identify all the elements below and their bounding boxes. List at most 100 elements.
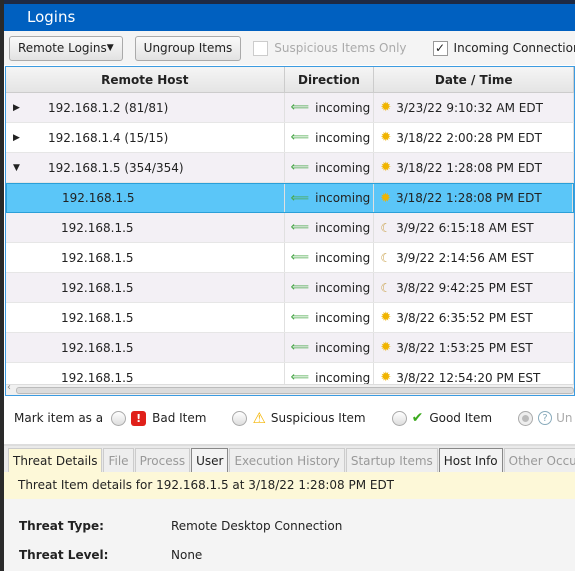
detail-tabs: Threat Details File Process User Execution H… [4,444,575,472]
datetime-text: 3/9/22 6:15:18 AM EST [396,220,534,235]
host-text: 192.168.1.5 (354/354) [48,160,184,175]
table-row[interactable]: ▶ 192.168.1.4 (15/15) ⟸ incoming ✹ 3/18/22 … [6,123,574,153]
table-row[interactable]: 192.168.1.5 ⟸ incoming ✹ 3/8/22 1:53:25 PM… [6,333,574,363]
datetime-text: 3/23/22 9:10:32 AM EDT [396,100,543,115]
check-icon: ✓ [432,40,448,56]
tab-user[interactable]: User [191,448,229,472]
tab-startup-items[interactable]: Startup Items [345,448,438,472]
tab-host-info[interactable]: Host Info [438,448,503,472]
table-row[interactable]: ▶ 192.168.1.2 (81/81) ⟸ incoming ✹ 3/23/22 … [6,93,574,123]
datetime-cell: ✹ 3/23/22 9:10:32 AM EDT [374,93,574,122]
host-text: 192.168.1.5 [61,250,134,265]
host-cell: 192.168.1.5 [6,273,285,302]
unknown-label: Un [556,411,573,425]
datetime-text: 3/18/22 1:28:08 PM EDT [395,191,542,205]
direction-text: incoming [315,370,371,385]
datetime-text: 3/18/22 2:00:28 PM EDT [396,130,542,145]
host-text: 192.168.1.5 [61,310,134,325]
bad-label: Bad Item [152,411,207,425]
host-cell: ▶ 192.168.1.2 (81/81) [6,93,285,122]
sun-icon: ✹ [380,190,391,206]
direction-text: incoming [315,160,371,175]
column-direction[interactable]: Direction [285,67,375,92]
incoming-arrow-icon: ⟸ [290,310,310,325]
datetime-cell: ✹ 3/18/22 1:28:08 PM EDT [374,184,573,212]
suspicious-only-checkbox[interactable]: Suspicious Items Only [253,40,407,56]
direction-cell: ⟸ incoming [285,303,375,332]
direction-text: incoming [315,220,371,235]
scrollbar-thumb[interactable] [16,387,574,394]
host-text: 192.168.1.5 [61,340,134,355]
table-row[interactable]: 192.168.1.5 ⟸ incoming ☾ 3/9/22 6:15:18 AM… [6,213,574,243]
datetime-cell: ☾ 3/8/22 9:42:25 PM EST [374,273,574,302]
incoming-connections-label: Incoming Connections [453,41,575,55]
datetime-text: 3/8/22 1:53:25 PM EST [396,340,533,355]
datetime-cell: ✹ 3/18/22 2:00:28 PM EDT [374,123,574,152]
column-date-time[interactable]: Date / Time [374,67,574,92]
table-row[interactable]: 192.168.1.5 ⟸ incoming ☾ 3/9/22 2:14:56 AM… [6,243,574,273]
expand-right-icon[interactable]: ▶ [6,103,32,113]
radio [232,410,248,426]
incoming-arrow-icon: ⟸ [290,190,310,206]
mark-unknown-radio[interactable]: ? Un [518,410,573,426]
expand-down-icon[interactable]: ▼ [6,163,32,173]
host-text: 192.168.1.5 [61,370,134,385]
suspicious-only-label: Suspicious Items Only [274,41,407,55]
radio [518,410,534,426]
host-cell: ▼ 192.168.1.5 (354/354) [6,153,285,182]
window-title: Logins [4,4,575,31]
toolbar: Remote Logins ▼ Ungroup Items Suspicious … [4,31,575,65]
incoming-arrow-icon: ⟸ [290,280,310,295]
host-cell: 192.168.1.5 [6,213,285,242]
tab-threat-details[interactable]: Threat Details [8,448,103,472]
mark-good-radio[interactable]: ✔ Good Item [391,410,492,426]
bad-icon: ! [131,410,147,426]
detail-label: Threat Type: [19,519,104,533]
direction-cell: ⟸ incoming [285,123,375,152]
threat-details: Threat Type: Remote Desktop Connection Th… [4,499,575,571]
incoming-connections-checkbox[interactable]: ✓ Incoming Connections [432,40,575,56]
column-remote-host[interactable]: Remote Host [6,67,285,92]
incoming-arrow-icon: ⟸ [290,220,310,235]
datetime-text: 3/18/22 1:28:08 PM EDT [396,160,542,175]
direction-cell: ⟸ incoming [285,243,375,272]
threat-info-banner: Threat Item details for 192.168.1.5 at 3… [4,472,575,499]
table-row[interactable]: 192.168.1.5 ⟸ incoming ☾ 3/8/22 9:42:25 PM… [6,273,574,303]
view-select[interactable]: Remote Logins ▼ [9,35,123,61]
direction-text: incoming [315,191,371,205]
tab-execution-history[interactable]: Execution History [229,448,345,472]
direction-text: incoming [315,250,371,265]
datetime-cell: ✹ 3/8/22 1:53:25 PM EST [374,333,574,362]
mark-suspicious-radio[interactable]: ⚠ Suspicious Item [232,409,366,427]
sun-icon: ✹ [380,310,392,325]
moon-icon: ☾ [380,250,392,265]
host-text: 192.168.1.5 [62,191,135,205]
detail-value: Remote Desktop Connection [171,519,343,533]
direction-text: incoming [315,280,371,295]
incoming-arrow-icon: ⟸ [290,100,310,115]
ungroup-items-button[interactable]: Ungroup Items [134,35,242,61]
host-cell: 192.168.1.5 [6,333,285,362]
table-row[interactable]: ▼ 192.168.1.5 (354/354) ⟸ incoming ✹ 3/18/2… [6,153,574,183]
table-row[interactable]: 192.168.1.5 ⟸ incoming ✹ 3/8/22 6:35:52 PM… [6,303,574,333]
horizontal-scrollbar[interactable]: ‹ [6,382,574,395]
incoming-arrow-icon: ⟸ [290,160,310,175]
direction-cell: ⟸ incoming [285,93,375,122]
tab-other-occurrences[interactable]: Other Occurrences [503,448,575,472]
chevron-down-icon: ▼ [106,43,114,53]
tab-process[interactable]: Process [134,448,191,472]
mark-bad-radio[interactable]: ! Bad Item [111,410,207,426]
host-cell: 192.168.1.5 [7,184,285,212]
expand-right-icon[interactable]: ▶ [6,133,32,143]
scroll-left-icon[interactable]: ‹ [7,382,11,393]
direction-cell: ⟸ incoming [285,213,375,242]
host-text: 192.168.1.5 [61,220,134,235]
host-cell: 192.168.1.5 [6,243,285,272]
host-cell: 192.168.1.5 [6,303,285,332]
tab-file[interactable]: File [103,448,134,472]
incoming-arrow-icon: ⟸ [290,340,310,355]
host-text: 192.168.1.2 (81/81) [48,100,169,115]
datetime-text: 3/8/22 9:42:25 PM EST [396,280,533,295]
table-row[interactable]: 192.168.1.5 ⟸ incoming ✹ 3/18/22 1:28:08 P… [6,183,574,213]
question-icon: ? [538,411,553,425]
